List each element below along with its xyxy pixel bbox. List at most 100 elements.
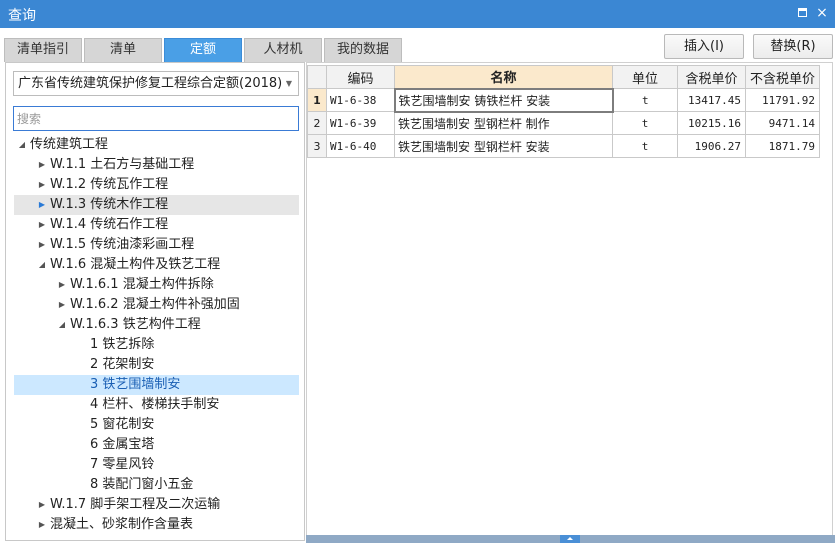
table-row[interactable]: 1 W1-6-38 铁艺围墙制安 铸铁栏杆 安装 t 13417.45 1179…: [307, 87, 820, 113]
cell-price-tax[interactable]: 1906.27: [677, 134, 746, 158]
tree-node-label: W.1.3 传统木作工程: [50, 197, 169, 212]
tree-node-label: 3 铁艺围墙制安: [90, 377, 181, 392]
tree-node[interactable]: 3 铁艺围墙制安: [14, 375, 299, 395]
column-header-code[interactable]: 编码: [326, 65, 395, 89]
table-header-row: 编码 名称 单位 含税单价 不含税单价: [307, 65, 820, 89]
cell-price-tax[interactable]: 13417.45: [677, 88, 746, 112]
close-icon[interactable]: ×: [814, 4, 830, 22]
cell-price-notax[interactable]: 11791.92: [745, 88, 820, 112]
tree-node[interactable]: ◢ W.1.6.3 铁艺构件工程: [14, 315, 299, 335]
collapse-arrow-icon[interactable]: ◢: [37, 255, 47, 275]
tree-node-label: 传统建筑工程: [30, 137, 109, 152]
tree-node-label: 2 花架制安: [90, 357, 155, 372]
tree-node[interactable]: 4 栏杆、楼梯扶手制安: [14, 395, 299, 415]
cell-name[interactable]: 铁艺围墙制安 型钢栏杆 制作: [394, 111, 613, 135]
expand-arrow-icon[interactable]: ▶: [37, 155, 47, 175]
expand-arrow-icon[interactable]: ▶: [37, 235, 47, 255]
tree-node-label: 6 金属宝塔: [90, 437, 155, 452]
cell-price-tax[interactable]: 10215.16: [677, 111, 746, 135]
tree-node-label: 7 零星风铃: [90, 457, 155, 472]
splitter-grip-icon[interactable]: [560, 535, 580, 543]
insert-button[interactable]: 插入(I): [664, 34, 744, 59]
left-panel: 广东省传统建筑保护修复工程综合定额(2018) ▼ ◢传统建筑工程▶W.1.1 …: [5, 62, 305, 541]
tree-node[interactable]: ▶ W.1.2 传统瓦作工程: [14, 175, 299, 195]
column-header-name[interactable]: 名称: [394, 65, 613, 89]
tree-node-label: W.1.1 土石方与基础工程: [50, 157, 195, 172]
expand-arrow-icon[interactable]: ▶: [37, 515, 47, 535]
collapse-arrow-icon[interactable]: ◢: [57, 315, 67, 335]
column-header-unit[interactable]: 单位: [612, 65, 678, 89]
results-table: 编码 名称 单位 含税单价 不含税单价 1 W1-6-38 铁艺围墙制安 铸铁栏…: [307, 65, 820, 158]
expand-arrow-icon[interactable]: ▶: [37, 495, 47, 515]
cell-unit[interactable]: t: [612, 88, 678, 112]
tree-node[interactable]: 6 金属宝塔: [14, 435, 299, 455]
tree-node[interactable]: ◢ W.1.6 混凝土构件及铁艺工程: [14, 255, 299, 275]
row-number: 3: [307, 134, 327, 158]
table-row[interactable]: 2 W1-6-39 铁艺围墙制安 型钢栏杆 制作 t 10215.16 9471…: [307, 111, 820, 135]
tree-node-label: W.1.5 传统油漆彩画工程: [50, 237, 195, 252]
expand-arrow-icon[interactable]: ▶: [37, 215, 47, 235]
row-number: 2: [307, 111, 327, 135]
cell-price-notax[interactable]: 9471.14: [745, 111, 820, 135]
tab-labor-material-machine[interactable]: 人材机: [244, 38, 322, 62]
tree-node[interactable]: ◢ 传统建筑工程: [14, 135, 299, 155]
row-number: 1: [307, 88, 327, 112]
tree-node[interactable]: ▶ 混凝土、砂浆制作含量表: [14, 515, 299, 535]
cell-unit[interactable]: t: [612, 134, 678, 158]
maximize-icon[interactable]: [795, 4, 811, 22]
replace-button[interactable]: 替换(R): [753, 34, 833, 59]
cell-code[interactable]: W1-6-39: [326, 111, 395, 135]
cell-unit[interactable]: t: [612, 111, 678, 135]
tree-node[interactable]: 7 零星风铃: [14, 455, 299, 475]
tab-quota[interactable]: 定额: [164, 38, 242, 62]
expand-arrow-icon[interactable]: ▶: [57, 295, 67, 315]
tree-node[interactable]: ▶ W.1.3 传统木作工程: [14, 195, 299, 215]
tree-node-label: W.1.6.3 铁艺构件工程: [70, 317, 201, 332]
library-select-value: 广东省传统建筑保护修复工程综合定额(2018): [18, 76, 283, 91]
tree-node-label: W.1.6.2 混凝土构件补强加固: [70, 297, 240, 312]
tab-bill[interactable]: 清单: [84, 38, 162, 62]
tree-node[interactable]: ▶ W.1.6.2 混凝土构件补强加固: [14, 295, 299, 315]
tab-bill-guide[interactable]: 清单指引: [4, 38, 82, 62]
tree-node[interactable]: 5 窗花制安: [14, 415, 299, 435]
column-header-price-tax[interactable]: 含税单价: [677, 65, 746, 89]
tree-node[interactable]: ▶ W.1.5 传统油漆彩画工程: [14, 235, 299, 255]
tree-node[interactable]: ▶ W.1.4 传统石作工程: [14, 215, 299, 235]
expand-arrow-icon[interactable]: ▶: [37, 195, 47, 215]
library-select[interactable]: 广东省传统建筑保护修复工程综合定额(2018) ▼: [13, 71, 299, 96]
search-input[interactable]: [13, 106, 299, 131]
row-number-header: [307, 65, 327, 89]
dropdown-caret-icon: ▼: [285, 79, 292, 88]
window-title: 查询: [8, 8, 36, 24]
cell-price-notax[interactable]: 1871.79: [745, 134, 820, 158]
cell-name[interactable]: 铁艺围墙制安 型钢栏杆 安装: [394, 134, 613, 158]
tab-my-data[interactable]: 我的数据: [324, 38, 402, 62]
collapse-arrow-icon[interactable]: ◢: [17, 135, 27, 155]
expand-arrow-icon[interactable]: ▶: [57, 275, 67, 295]
tree-node[interactable]: ▶ W.1.6.1 混凝土构件拆除: [14, 275, 299, 295]
cell-code[interactable]: W1-6-38: [326, 88, 395, 112]
quota-tree: ◢ 传统建筑工程 ▶ W.1.1 土石方与基础工程 ▶ W.1.2 传统瓦作工程 ▶ W.1.…: [14, 135, 299, 535]
tree-node-label: 1 铁艺拆除: [90, 337, 155, 352]
tree-node[interactable]: 2 花架制安: [14, 355, 299, 375]
tree-node-label: W.1.7 脚手架工程及二次运输: [50, 497, 221, 512]
splitter-bar[interactable]: [306, 535, 835, 543]
results-panel: 编码 名称 单位 含税单价 不含税单价 1 W1-6-38 铁艺围墙制安 铸铁栏…: [306, 62, 833, 541]
tree-node[interactable]: 8 装配门窗小五金: [14, 475, 299, 495]
tree-node-label: W.1.6 混凝土构件及铁艺工程: [50, 257, 221, 272]
table-row[interactable]: 3 W1-6-40 铁艺围墙制安 型钢栏杆 安装 t 1906.27 1871.…: [307, 134, 820, 158]
cell-code[interactable]: W1-6-40: [326, 134, 395, 158]
window-titlebar: 查询 ×: [0, 0, 835, 28]
tree-node-label: 混凝土、砂浆制作含量表: [50, 517, 194, 532]
tree-node[interactable]: ▶ W.1.1 土石方与基础工程: [14, 155, 299, 175]
tree-node-label: W.1.2 传统瓦作工程: [50, 177, 169, 192]
tree-node-label: 5 窗花制安: [90, 417, 155, 432]
tree-node-label: 8 装配门窗小五金: [90, 477, 194, 492]
expand-arrow-icon[interactable]: ▶: [37, 175, 47, 195]
cell-name[interactable]: 铁艺围墙制安 铸铁栏杆 安装: [393, 87, 614, 113]
column-header-price-notax[interactable]: 不含税单价: [745, 65, 820, 89]
tree-node-label: W.1.4 传统石作工程: [50, 217, 169, 232]
tree-node[interactable]: ▶ W.1.7 脚手架工程及二次运输: [14, 495, 299, 515]
tree-node-label: 4 栏杆、楼梯扶手制安: [90, 397, 220, 412]
tree-node[interactable]: 1 铁艺拆除: [14, 335, 299, 355]
